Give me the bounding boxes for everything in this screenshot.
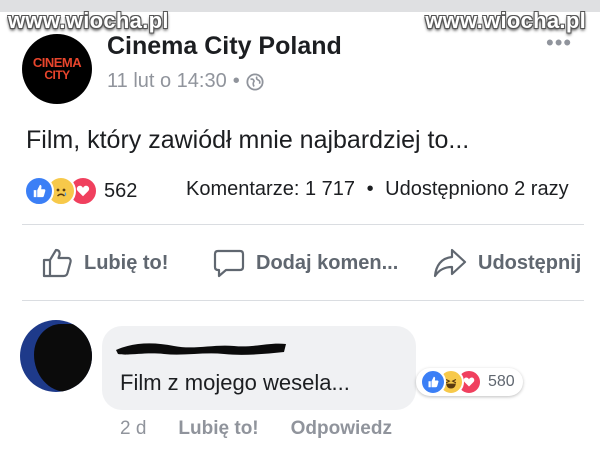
comments-count-link[interactable]: Komentarze: 1 717 (186, 178, 355, 200)
avatar-logo-line2: CITY (44, 68, 70, 82)
post-meta: 11 lut o 14:30 • (107, 70, 264, 93)
like-reaction-icon (420, 369, 446, 395)
comment-reaction-count: 580 (488, 373, 515, 390)
comment-bubble-icon (213, 249, 245, 278)
comment-button-label: Dodaj komen... (256, 251, 399, 274)
more-options-icon[interactable]: ••• (546, 30, 572, 56)
stats-separator: • (366, 178, 374, 200)
comment-reply-link[interactable]: Odpowiedz (291, 418, 392, 440)
reaction-count: 562 (104, 179, 138, 202)
post-timestamp[interactable]: 11 lut o 14:30 (107, 70, 227, 93)
comment-actions: 2 d Lubię to! Odpowiedz (120, 418, 392, 440)
watermark-left: www.wiocha.pl (8, 8, 169, 33)
divider-bottom (22, 300, 584, 301)
divider-top (22, 224, 584, 225)
globe-icon (246, 72, 264, 91)
thumbs-up-icon (42, 248, 72, 278)
avatar-redaction (34, 324, 92, 392)
share-arrow-icon (433, 248, 467, 278)
comment-reactions[interactable]: 580 (416, 368, 523, 396)
comment-age[interactable]: 2 d (120, 418, 146, 440)
page-avatar[interactable]: CINEMA CITY (22, 34, 92, 104)
like-button[interactable]: Lubię to! (40, 246, 168, 280)
post-stats: Komentarze: 1 717 • Udostępniono 2 razy (186, 178, 569, 201)
like-button-label: Lubię to! (84, 251, 169, 274)
like-reaction-icon (24, 176, 54, 206)
share-button[interactable]: Udostępnij (432, 246, 581, 280)
commenter-avatar[interactable] (20, 320, 92, 392)
post-text: Film, który zawiódł mnie najbardziej to.… (26, 126, 470, 154)
commenter-name-redaction (116, 343, 286, 355)
page-name-link[interactable]: Cinema City Poland (107, 32, 342, 61)
comment-text: Film z mojego wesela... (120, 370, 350, 395)
shares-count-link[interactable]: Udostępniono 2 razy (385, 178, 568, 200)
comment-button[interactable]: Dodaj komen... (212, 246, 398, 280)
post-reactions[interactable]: 562 (24, 176, 137, 206)
comment-like-link[interactable]: Lubię to! (178, 418, 258, 440)
meta-separator: • (232, 70, 240, 92)
share-button-label: Udostępnij (478, 251, 582, 274)
